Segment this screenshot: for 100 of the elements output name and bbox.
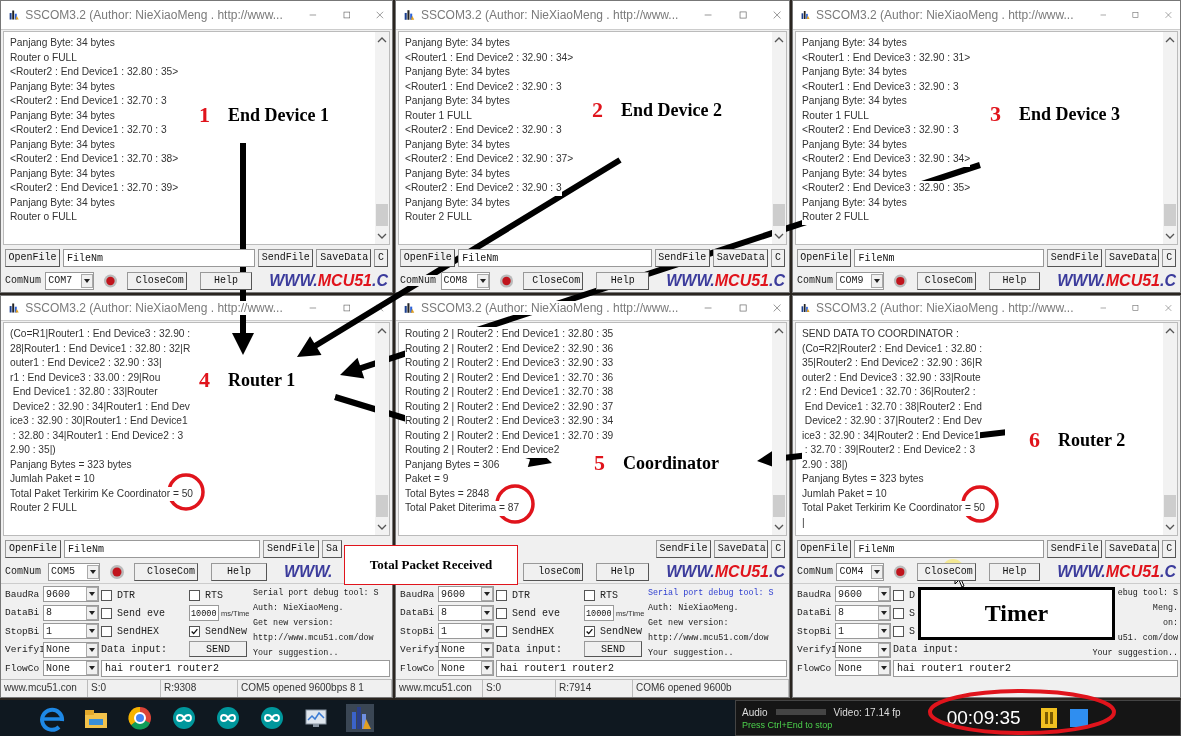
interval-field[interactable]: 10000 — [584, 605, 614, 621]
send-button[interactable]: SEND — [189, 641, 247, 657]
send-file-button[interactable]: SendFile — [263, 539, 319, 558]
checkbox[interactable] — [893, 625, 904, 637]
setting-dropdown[interactable]: 8 — [835, 604, 891, 621]
close-port-button[interactable]: CloseCom — [916, 271, 976, 290]
save-data-button[interactable]: SaveData — [712, 248, 769, 267]
close-icon[interactable] — [772, 9, 781, 21]
send-file-button[interactable]: SendFile — [656, 539, 711, 558]
file-name-field[interactable]: FileNm — [854, 248, 1045, 267]
setting-dropdown[interactable]: 9600 — [438, 586, 494, 603]
close-port-button[interactable]: CloseCom — [522, 271, 584, 290]
scrollbar[interactable] — [375, 323, 389, 535]
setting-dropdown[interactable]: 8 — [438, 604, 494, 621]
app-icon[interactable] — [346, 704, 374, 732]
setting-dropdown[interactable]: 9600 — [835, 586, 891, 603]
checkbox[interactable] — [101, 607, 112, 619]
setting-dropdown[interactable]: None — [43, 660, 99, 677]
infinity-logo-icon[interactable] — [214, 704, 242, 732]
scroll-down-icon[interactable] — [377, 232, 387, 240]
setting-dropdown[interactable]: 1 — [43, 623, 99, 640]
scroll-down-icon[interactable] — [1165, 232, 1175, 240]
toolbar-button[interactable]: C — [1162, 248, 1176, 267]
open-file-button[interactable]: OpenFile — [797, 539, 852, 558]
setting-dropdown[interactable]: None — [835, 660, 891, 677]
toolbar-button[interactable]: C — [1162, 539, 1176, 558]
data-input-field[interactable]: hai router1 router2 — [496, 660, 787, 677]
send-file-button[interactable]: SendFile — [654, 248, 710, 267]
checkbox[interactable] — [101, 625, 112, 637]
setting-dropdown[interactable]: None — [438, 660, 494, 677]
help-button[interactable]: Help — [199, 271, 253, 290]
toolbar-button[interactable]: C — [771, 248, 785, 267]
help-button[interactable]: Help — [596, 271, 650, 290]
setting-dropdown[interactable]: 1 — [835, 623, 891, 640]
checkbox[interactable] — [584, 625, 595, 637]
checkbox[interactable] — [189, 589, 200, 601]
close-port-button[interactable]: CloseCom — [126, 271, 187, 290]
data-input-field[interactable]: hai router1 router2 — [101, 660, 390, 677]
scroll-thumb[interactable] — [1164, 495, 1176, 517]
checkbox[interactable] — [101, 589, 112, 601]
port-dropdown[interactable]: COM9 — [836, 271, 885, 290]
data-input-field[interactable]: hai router1 router2 — [893, 660, 1178, 677]
toolbar-button[interactable]: C — [374, 248, 388, 267]
scrollbar[interactable] — [1163, 32, 1177, 244]
scroll-down-icon[interactable] — [1165, 523, 1175, 531]
file-name-field[interactable]: FileNm — [458, 248, 652, 267]
setting-dropdown[interactable]: None — [835, 641, 891, 658]
checkbox[interactable] — [496, 625, 507, 637]
checkbox[interactable] — [584, 589, 595, 601]
infinity-logo-icon[interactable] — [170, 704, 198, 732]
scroll-up-icon[interactable] — [774, 327, 784, 335]
port-dropdown[interactable]: COM4 — [836, 562, 885, 581]
save-data-button[interactable]: SaveData — [316, 248, 372, 267]
setting-dropdown[interactable]: 8 — [43, 604, 99, 621]
scroll-down-icon[interactable] — [774, 232, 784, 240]
setting-dropdown[interactable]: 9600 — [43, 586, 99, 603]
save-data-button[interactable]: Sa — [322, 539, 342, 558]
save-data-button[interactable]: SaveData — [713, 539, 769, 558]
scroll-thumb[interactable] — [376, 204, 388, 226]
scrollbar[interactable] — [772, 323, 786, 535]
checkbox[interactable] — [893, 589, 904, 601]
interval-field[interactable]: 10000 — [189, 605, 219, 621]
setting-dropdown[interactable]: None — [438, 641, 494, 658]
help-button[interactable]: Help — [211, 562, 267, 581]
scroll-thumb[interactable] — [773, 204, 785, 226]
scroll-thumb[interactable] — [1164, 204, 1176, 226]
checkbox[interactable] — [496, 607, 507, 619]
open-file-button[interactable]: OpenFile — [5, 248, 60, 267]
file-name-field[interactable]: FileNm — [854, 539, 1045, 558]
round-logo-icon[interactable] — [126, 704, 154, 732]
open-file-button[interactable]: OpenFile — [5, 539, 61, 558]
setting-dropdown[interactable]: None — [43, 641, 99, 658]
scrollbar[interactable] — [375, 32, 389, 244]
checkbox[interactable] — [893, 607, 904, 619]
close-port-button[interactable]: CloseCom — [916, 562, 976, 581]
close-icon[interactable] — [772, 302, 781, 314]
help-button[interactable]: Help — [988, 562, 1041, 581]
scrollbar[interactable] — [1163, 323, 1177, 535]
scroll-up-icon[interactable] — [377, 327, 387, 335]
scroll-up-icon[interactable] — [774, 36, 784, 44]
scroll-down-icon[interactable] — [377, 523, 387, 531]
help-button[interactable]: Help — [596, 562, 650, 581]
close-port-button[interactable]: CloseCom — [134, 562, 198, 581]
port-dropdown[interactable]: COM5 — [48, 562, 100, 581]
open-file-button[interactable]: OpenFile — [400, 248, 456, 267]
send-file-button[interactable]: SendFile — [1047, 248, 1102, 267]
scroll-down-icon[interactable] — [774, 523, 784, 531]
scroll-thumb[interactable] — [376, 495, 388, 517]
stop-icon[interactable] — [1068, 708, 1089, 728]
toolbar-button[interactable]: C — [771, 539, 785, 558]
file-name-field[interactable]: FileNm — [63, 248, 256, 267]
send-button[interactable]: SEND — [584, 641, 642, 657]
save-data-button[interactable]: SaveData — [1104, 248, 1160, 267]
scroll-up-icon[interactable] — [1165, 36, 1175, 44]
pause-icon[interactable] — [1038, 706, 1059, 730]
save-data-button[interactable]: SaveData — [1104, 539, 1160, 558]
port-dropdown[interactable]: COM7 — [45, 271, 94, 290]
scrollbar[interactable] — [772, 32, 786, 244]
close-port-button[interactable]: loseCom — [522, 562, 584, 581]
scroll-up-icon[interactable] — [377, 36, 387, 44]
